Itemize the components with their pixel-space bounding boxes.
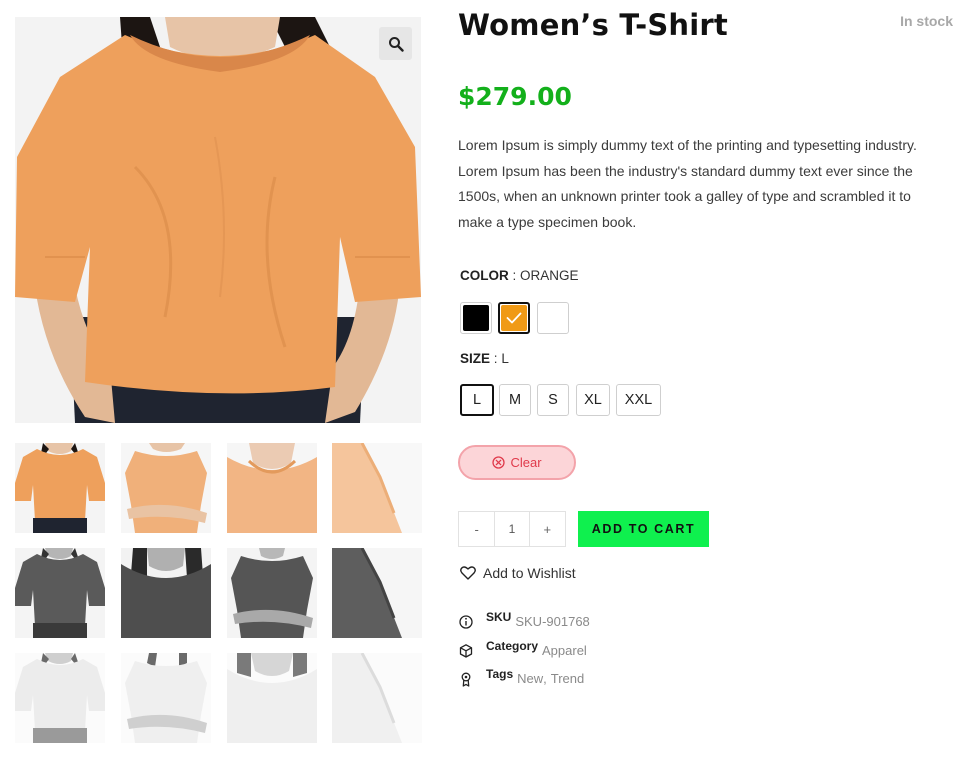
swatch-fill [501,305,527,331]
box-icon [459,644,473,658]
quantity-input[interactable]: 1 [494,512,530,546]
thumbnail-image [15,548,105,638]
checkmark-icon [506,312,522,324]
thumbnail-white-sleeve[interactable] [332,653,422,743]
thumbnail-image [15,653,105,743]
clear-selection-button[interactable]: Clear [458,445,576,480]
clear-label: Clear [510,455,542,470]
add-to-cart-button[interactable]: ADD TO CART [578,511,709,547]
thumbnail-image [332,653,422,743]
size-attribute-label: SIZE : L [460,351,509,366]
category-label: Category [486,639,539,653]
thumbnail-image [227,548,317,638]
search-icon [388,36,404,52]
size-label: SIZE [460,351,491,366]
info-icon [459,615,473,629]
category-link[interactable]: Apparel [542,643,587,658]
color-swatch-orange[interactable] [498,302,530,334]
size-separator: : [493,351,498,366]
swatch-fill [540,305,566,331]
tags-label: Tags [486,667,514,681]
size-option-m[interactable]: M [499,384,531,416]
thumbnail-image [121,653,211,743]
meta-sku: SKU SKU-901768 [458,610,590,630]
sku-label: SKU [486,610,512,624]
thumbnail-image [15,443,105,533]
thumbnail-image [121,548,211,638]
heart-icon [460,566,476,580]
ribbon-award-icon [461,672,471,687]
size-selected-value: L [501,351,509,366]
thumbnail-black-sleeve[interactable] [332,548,422,638]
color-swatch-white[interactable] [537,302,569,334]
thumbnail-black-collar[interactable] [121,548,211,638]
thumbnail-white-collar[interactable] [227,653,317,743]
thumbnail-image [121,443,211,533]
quantity-decrease-button[interactable]: - [459,512,494,546]
wishlist-label: Add to Wishlist [483,565,576,581]
thumbnail-orange-sleeve[interactable] [332,443,422,533]
thumbnail-white-arms-crossed[interactable] [121,653,211,743]
meta-category: Category Apparel [458,639,587,659]
color-label: COLOR [460,268,509,283]
size-option-xl[interactable]: XL [576,384,610,416]
color-selected-value: ORANGE [520,268,579,283]
quantity-stepper: - 1 + [458,511,566,547]
thumbnail-black-arms-crossed[interactable] [227,548,317,638]
sku-value: SKU-901768 [515,614,590,629]
stock-status: In stock [900,13,953,29]
product-description: Lorem Ipsum is simply dummy text of the … [458,137,917,230]
color-swatch-black[interactable] [460,302,492,334]
tags-separator: , [543,671,547,686]
thumbnail-image [332,548,422,638]
thumbnail-orange-collar[interactable] [227,443,317,533]
main-product-image[interactable] [15,17,421,423]
swatch-fill [463,305,489,331]
close-circle-icon [492,456,506,469]
zoom-button[interactable] [379,27,412,60]
product-price: $279.00 [458,82,572,111]
tshirt-photo [15,17,421,423]
thumbnail-image [227,443,317,533]
quantity-increase-button[interactable]: + [530,512,565,546]
product-title: Women’s T-Shirt [458,8,728,42]
thumbnail-black-front[interactable] [15,548,105,638]
tag-link-new[interactable]: New [517,671,543,686]
thumbnail-orange-arms-crossed[interactable] [121,443,211,533]
size-option-xxl[interactable]: XXL [616,384,661,416]
thumbnail-image [332,443,422,533]
color-attribute-label: COLOR : ORANGE [460,268,579,283]
tag-link-trend[interactable]: Trend [551,671,584,686]
size-option-l[interactable]: L [460,384,494,416]
color-separator: : [512,268,517,283]
thumbnail-white-front[interactable] [15,653,105,743]
size-option-s[interactable]: S [537,384,569,416]
thumbnail-orange-front[interactable] [15,443,105,533]
thumbnail-image [227,653,317,743]
meta-tags: Tags New , Trend [458,667,584,687]
add-to-wishlist-link[interactable]: Add to Wishlist [460,565,576,581]
